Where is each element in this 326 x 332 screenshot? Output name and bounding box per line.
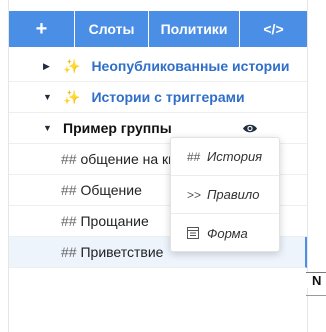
- story-label: ## Приветствие: [61, 244, 164, 260]
- unpublished-stories-label: Неопубликованные истории: [91, 58, 290, 74]
- tree-item-triggered[interactable]: ▼ ✨ Истории с триггерами: [9, 82, 307, 113]
- group-label: Пример группы: [63, 120, 172, 136]
- menu-item-rule[interactable]: >> Правило: [171, 176, 279, 214]
- menu-item-label: История: [207, 149, 263, 164]
- form-icon: [187, 227, 201, 239]
- slots-button[interactable]: Слоты: [75, 11, 149, 47]
- caret-down-icon[interactable]: ▼: [43, 123, 52, 133]
- policies-button[interactable]: Политики: [149, 11, 240, 47]
- caret-right-icon[interactable]: ▶: [43, 61, 51, 72]
- story-label: ## Общение: [61, 182, 142, 198]
- menu-item-form[interactable]: Форма: [171, 214, 279, 252]
- triggered-stories-label: Истории с триггерами: [91, 89, 245, 105]
- menu-item-label: Форма: [207, 225, 248, 241]
- sparkle-icon: ✨: [63, 88, 81, 105]
- chevrons-right-icon: >>: [187, 187, 202, 202]
- menu-item-label: Правило: [207, 187, 260, 202]
- tree-item-unpublished[interactable]: ▶ ✨ Неопубликованные истории: [9, 51, 307, 82]
- menu-item-story[interactable]: ## История: [171, 138, 279, 176]
- sparkle-icon: ✨: [63, 57, 81, 74]
- caret-down-icon[interactable]: ▼: [43, 92, 52, 102]
- context-menu: ## История >> Правило Форма: [170, 137, 280, 252]
- toolbar: + Слоты Политики </>: [9, 11, 307, 47]
- hash-icon: ##: [187, 149, 201, 164]
- adjacent-table-header: N: [306, 272, 326, 288]
- eye-icon[interactable]: [242, 121, 258, 137]
- add-button[interactable]: +: [9, 11, 75, 47]
- story-label: ## Прощание: [61, 213, 149, 229]
- code-button[interactable]: </>: [240, 11, 307, 47]
- adjacent-table-divider: [306, 295, 326, 296]
- story-label: ## общение на кн: [61, 151, 176, 167]
